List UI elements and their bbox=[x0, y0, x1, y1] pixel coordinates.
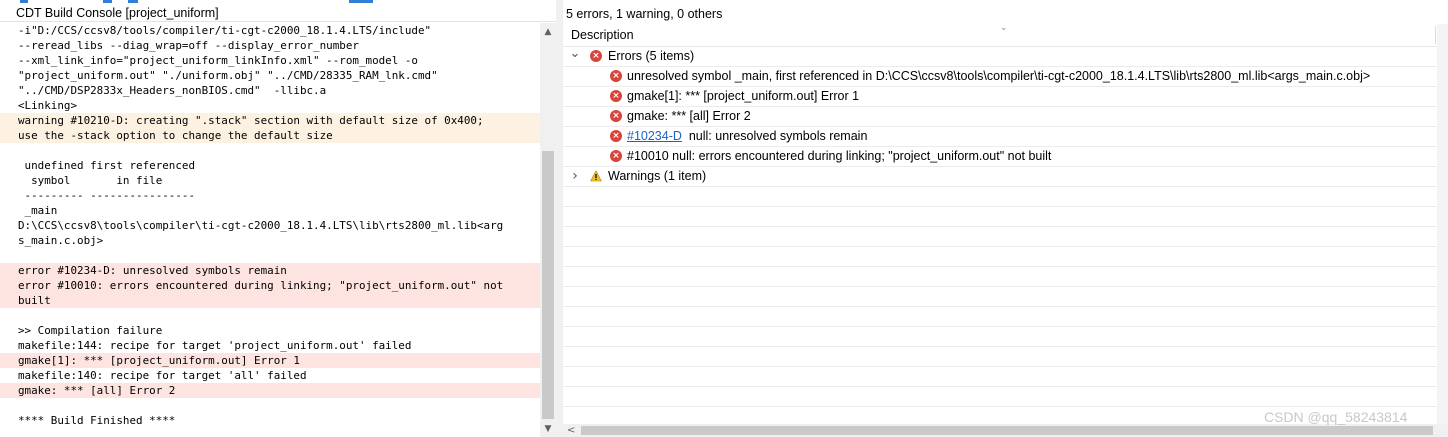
console-line: gmake: *** [all] Error 2 bbox=[0, 383, 540, 398]
problem-description: gmake[1]: *** [project_uniform.out] Erro… bbox=[627, 89, 860, 103]
warnings-group-label: Warnings (1 item) bbox=[608, 169, 707, 183]
console-line: makefile:140: recipe for target 'all' fa… bbox=[18, 369, 307, 382]
error-icon: × bbox=[590, 50, 602, 62]
console-line: **** Build Finished **** bbox=[18, 414, 176, 427]
problem-description: #10234-D null: unresolved symbols remain bbox=[627, 127, 867, 146]
empty-row bbox=[563, 227, 1437, 247]
console-output[interactable]: -i"D:/CCS/ccsv8/tools/compiler/ti-cgt-c2… bbox=[0, 23, 540, 437]
console-line: makefile:144: recipe for target 'project… bbox=[18, 339, 412, 352]
console-line: >> Compilation failure bbox=[18, 324, 163, 337]
problems-panel: 5 errors, 1 warning, 0 others Descriptio… bbox=[563, 0, 1448, 437]
empty-row bbox=[563, 347, 1437, 367]
console-vertical-scrollbar[interactable]: ▲ ▼ bbox=[540, 23, 556, 437]
empty-row bbox=[563, 207, 1437, 227]
console-line: "../CMD/DSP2833x_Headers_nonBIOS.cmd" -l… bbox=[18, 84, 327, 97]
scroll-down-icon[interactable]: ▼ bbox=[540, 421, 556, 437]
problems-horizontal-scrollbar[interactable]: < bbox=[563, 424, 1448, 437]
empty-row bbox=[563, 387, 1437, 407]
console-line: --xml_link_info="project_uniform_linkInf… bbox=[18, 54, 418, 67]
chevron-right-icon[interactable]: › bbox=[569, 167, 581, 186]
error-icon: × bbox=[610, 150, 622, 162]
problem-row[interactable]: × #10010 null: errors encountered during … bbox=[563, 147, 1437, 167]
problem-row[interactable]: × gmake[1]: *** [project_uniform.out] Err… bbox=[563, 87, 1437, 107]
errors-group-label: Errors (5 items) bbox=[608, 49, 695, 63]
scroll-left-icon[interactable]: < bbox=[567, 424, 575, 437]
empty-row bbox=[563, 307, 1437, 327]
error-icon: × bbox=[610, 110, 622, 122]
problem-description: gmake: *** [all] Error 2 bbox=[627, 109, 751, 123]
panel-splitter[interactable] bbox=[556, 0, 563, 437]
errors-group-row[interactable]: ⌄ × Errors (5 items) bbox=[563, 47, 1437, 67]
console-line: use the -stack option to change the defa… bbox=[0, 128, 540, 143]
console-scroll-thumb[interactable] bbox=[542, 151, 554, 419]
column-separator[interactable] bbox=[1435, 26, 1436, 44]
problem-link[interactable]: #10234-D bbox=[627, 129, 682, 143]
empty-row bbox=[563, 367, 1437, 387]
console-line: --reread_libs --diag_wrap=off --display_… bbox=[18, 39, 359, 52]
watermark: CSDN @qq_58243814 bbox=[1264, 409, 1408, 425]
console-line: error #10010: errors encountered during … bbox=[0, 278, 540, 293]
problems-summary: 5 errors, 1 warning, 0 others bbox=[566, 7, 723, 21]
console-line: built bbox=[0, 293, 540, 308]
empty-row bbox=[563, 187, 1437, 207]
console-line: "project_uniform.out" "./uniform.obj" ".… bbox=[18, 69, 438, 82]
console-line: s_main.c.obj> bbox=[18, 234, 104, 247]
problem-row[interactable]: × gmake: *** [all] Error 2 bbox=[563, 107, 1437, 127]
console-line: -i"D:/CCS/ccsv8/tools/compiler/ti-cgt-c2… bbox=[18, 24, 432, 37]
sort-chevron-icon: ⌄ bbox=[1000, 23, 1008, 33]
console-line: undefined first referenced bbox=[18, 159, 196, 172]
problems-column-header: Description ⌄ bbox=[563, 23, 1437, 47]
console-line: <Linking> bbox=[18, 99, 78, 112]
problem-description: #10010 null: errors encountered during l… bbox=[627, 149, 1052, 163]
chevron-down-icon[interactable]: ⌄ bbox=[569, 47, 581, 66]
error-icon: × bbox=[610, 70, 622, 82]
console-line: error #10234-D: unresolved symbols remai… bbox=[0, 263, 540, 278]
problems-vertical-scrollbar[interactable] bbox=[1437, 24, 1448, 424]
empty-row bbox=[563, 327, 1437, 347]
problem-row[interactable]: × unresolved symbol _main, first referenc… bbox=[563, 67, 1437, 87]
empty-row bbox=[563, 287, 1437, 307]
console-line: symbol in file bbox=[18, 174, 163, 187]
column-description[interactable]: Description bbox=[571, 26, 634, 44]
error-icon: × bbox=[610, 90, 622, 102]
scroll-up-icon[interactable]: ▲ bbox=[540, 24, 556, 40]
problems-hscroll-thumb[interactable] bbox=[581, 426, 1433, 435]
console-line: D:\CCS\ccsv8\tools\compiler\ti-cgt-c2000… bbox=[18, 219, 504, 232]
console-toolbar-strip bbox=[0, 0, 560, 4]
empty-row bbox=[563, 267, 1437, 287]
problem-text: null: unresolved symbols remain bbox=[681, 129, 868, 143]
empty-row bbox=[563, 247, 1437, 267]
build-console-panel: CDT Build Console [project_uniform] -i"D… bbox=[0, 0, 560, 437]
console-title: CDT Build Console [project_uniform] bbox=[0, 5, 556, 22]
warnings-group-row[interactable]: › Warnings (1 item) bbox=[563, 167, 1437, 187]
console-line: gmake[1]: *** [project_uniform.out] Erro… bbox=[0, 353, 540, 368]
problem-row[interactable]: × #10234-D null: unresolved symbols remai… bbox=[563, 127, 1437, 147]
console-line: _main bbox=[18, 204, 58, 217]
console-line: --------- ---------------- bbox=[18, 189, 196, 202]
warning-icon bbox=[590, 170, 602, 182]
error-icon: × bbox=[610, 130, 622, 142]
console-line: warning #10210-D: creating ".stack" sect… bbox=[0, 113, 540, 128]
problem-description: unresolved symbol _main, first reference… bbox=[627, 69, 1371, 83]
